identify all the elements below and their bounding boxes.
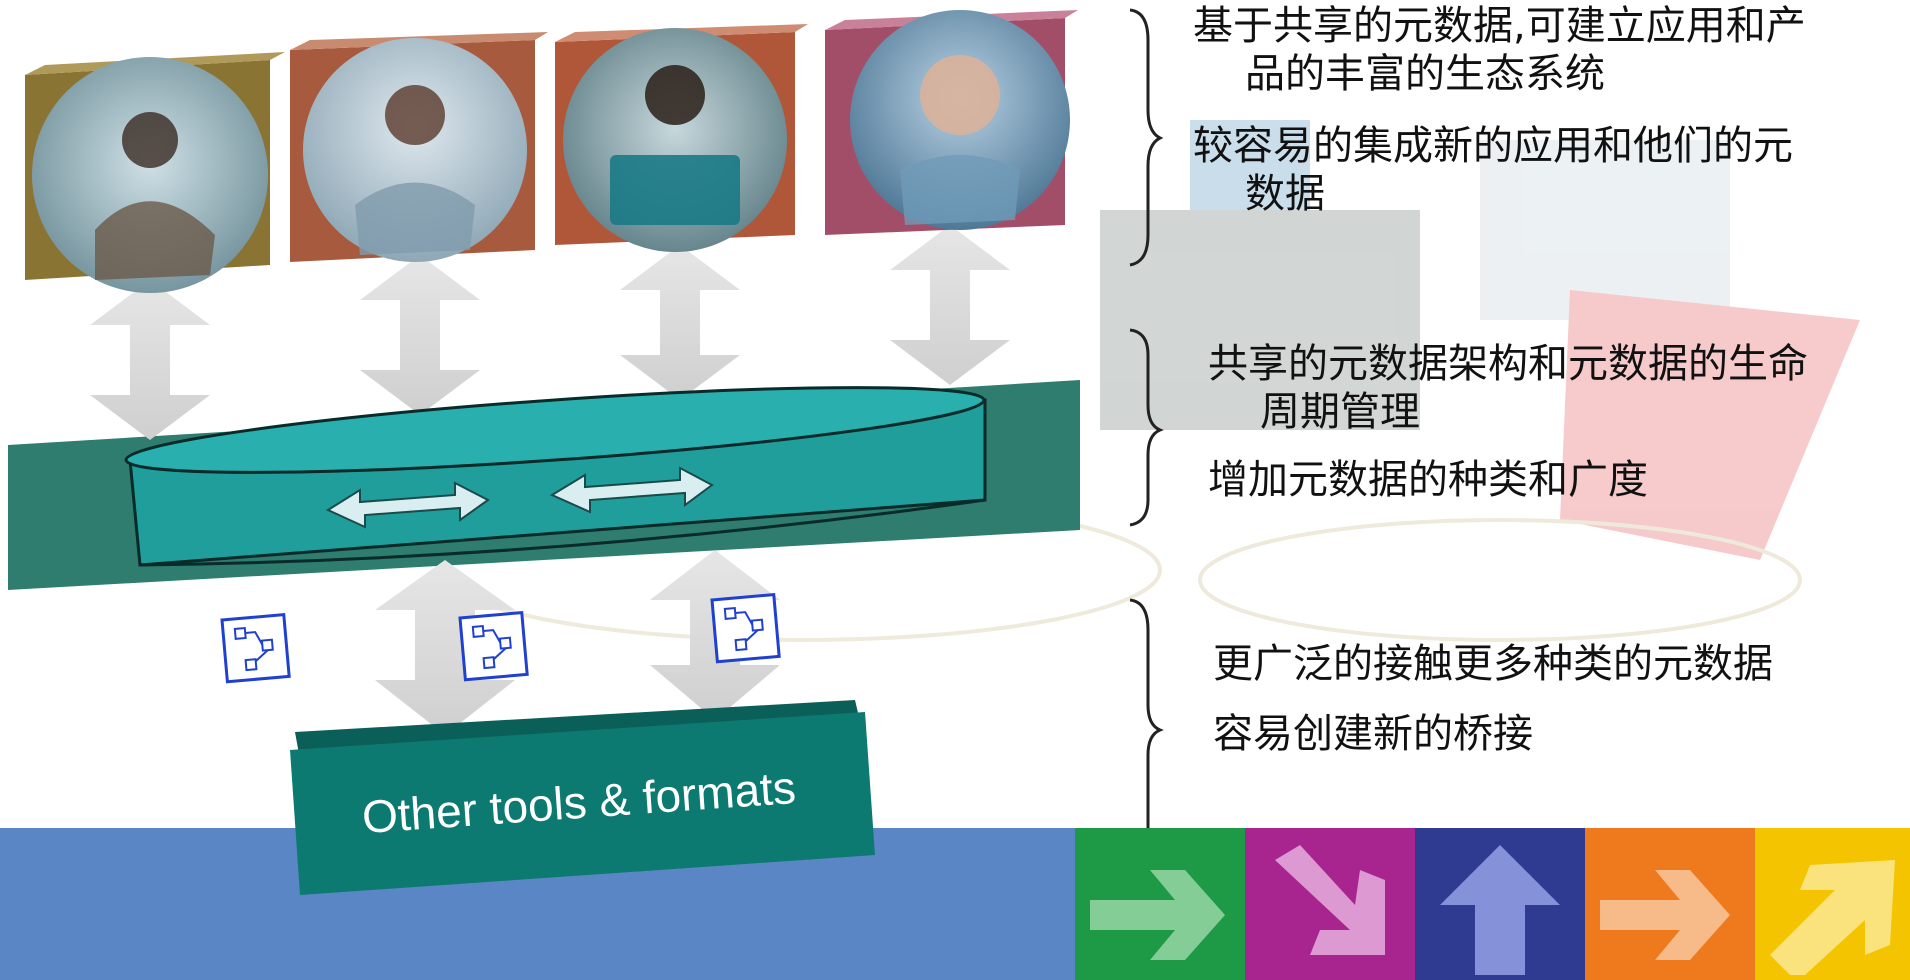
bullet-4-line1: 增加元数据的种类和广度 <box>1208 457 1648 503</box>
bridge-icon-2 <box>458 610 529 682</box>
arrow-tile-yellow <box>1755 828 1910 980</box>
arrow-tile-green <box>1075 828 1245 980</box>
bullet-3-line1: 共享的元数据架构和元数据的生命 <box>1208 341 1808 387</box>
double-arrow-1 <box>90 280 210 440</box>
double-arrow-4 <box>890 225 1010 385</box>
person-tile-1 <box>25 52 285 293</box>
brace-3 <box>1129 598 1164 860</box>
brace-brackets <box>1129 8 1164 860</box>
double-arrow-2 <box>360 255 480 415</box>
bullet-3-line2: 周期管理 <box>1260 389 1420 435</box>
double-arrow-3 <box>620 245 740 400</box>
bullet-1-line2: 品的丰富的生态系统 <box>1245 51 1605 97</box>
arrow-tile-magenta <box>1245 828 1415 980</box>
bullet-2-line2: 数据 <box>1245 171 1325 217</box>
bullet-2-line1: 较容易的集成新的应用和他们的元 <box>1193 123 1793 169</box>
bullet-1-line1: 基于共享的元数据,可建立应用和产 <box>1193 3 1806 49</box>
arrow-tile-indigo <box>1415 828 1585 980</box>
person-tile-3 <box>555 24 808 252</box>
person-tile-4 <box>825 10 1078 235</box>
person-tile-2 <box>290 32 548 262</box>
bullet-6-line1: 容易创建新的桥接 <box>1213 711 1533 757</box>
bridge-icon-1 <box>220 612 291 684</box>
arrow-tile-orange <box>1585 828 1755 980</box>
arrow-tiles <box>1075 828 1910 980</box>
bullet-5-line1: 更广泛的接触更多种类的元数据 <box>1213 641 1773 687</box>
bridge-icon-3 <box>710 592 781 664</box>
